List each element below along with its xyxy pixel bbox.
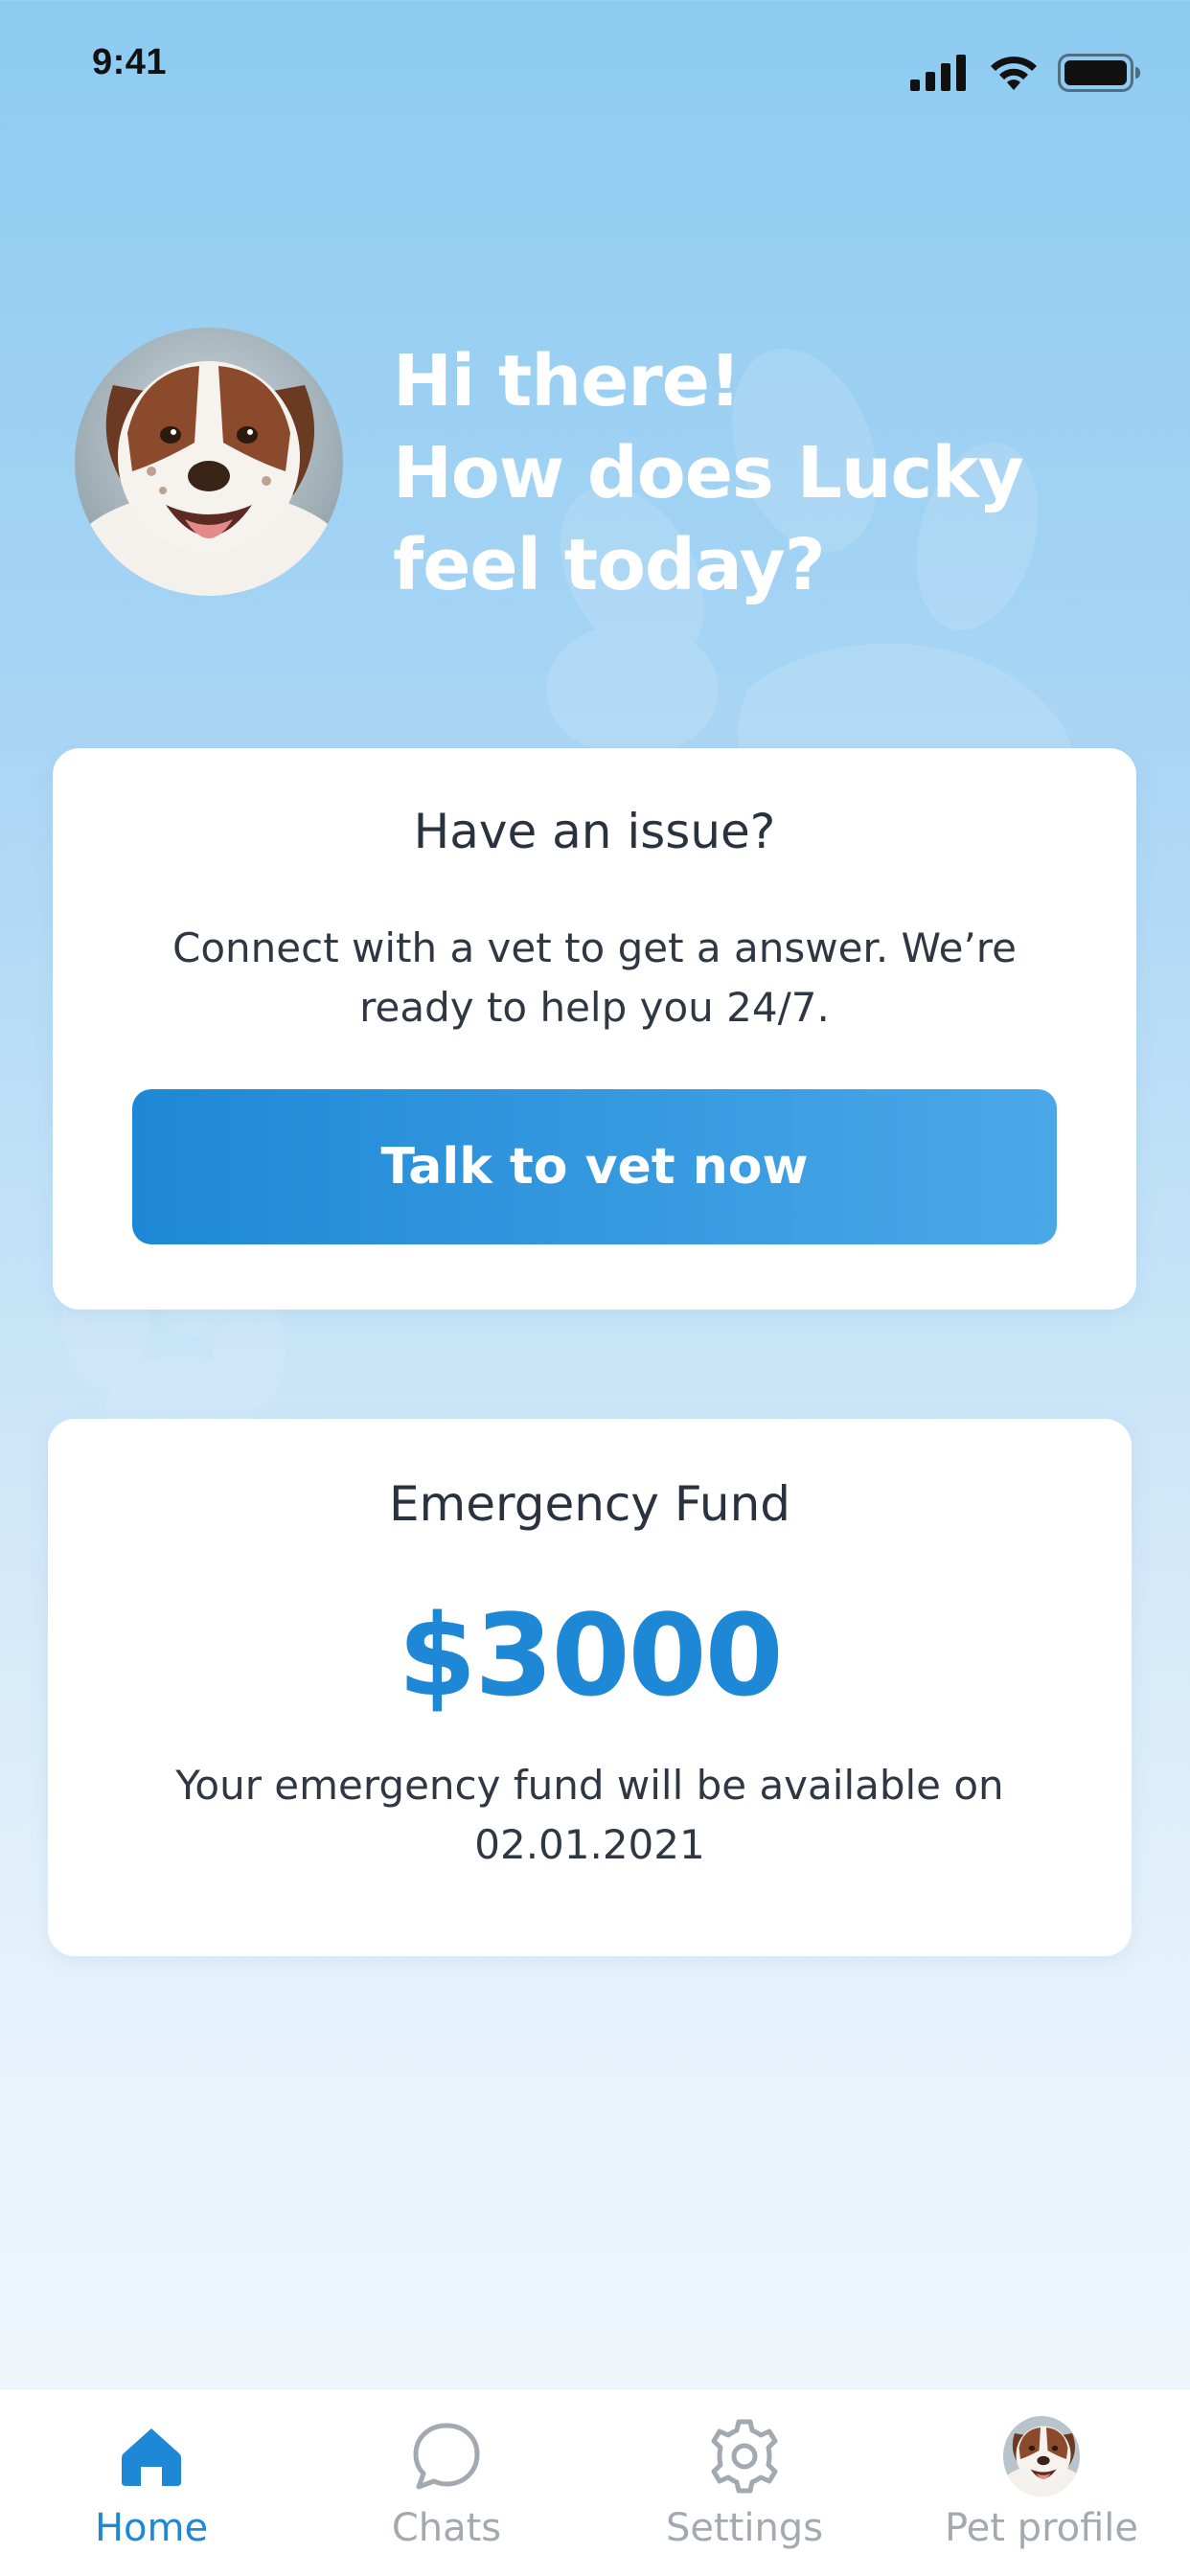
greeting-line-2: How does Lucky — [393, 432, 1024, 514]
bottom-navigation: Home Chats Settings Pet profile — [0, 2388, 1190, 2576]
pet-profile-icon — [1003, 2416, 1080, 2496]
greeting-heading: Hi there! How does Lucky feel today? — [393, 335, 1083, 611]
issue-card-description: Connect with a vet to get a answer. We’r… — [172, 924, 1017, 1031]
wifi-icon — [991, 57, 1037, 90]
fund-amount: $3000 — [398, 1589, 784, 1721]
signal-icon — [910, 55, 966, 91]
issue-card-title: Have an issue? — [413, 804, 776, 859]
emergency-fund-card: Emergency Fund $3000 Your emergency fund… — [48, 1419, 1132, 1956]
talk-to-vet-button[interactable]: Talk to vet now — [132, 1089, 1057, 1244]
nav-item-settings[interactable]: Settings — [601, 2389, 888, 2576]
issue-card: Have an issue? Connect with a vet to get… — [53, 748, 1136, 1310]
nav-item-pet-profile[interactable]: Pet profile — [898, 2389, 1185, 2576]
nav-label-chats: Chats — [391, 2506, 502, 2550]
chat-icon — [408, 2418, 485, 2495]
status-icons — [910, 54, 1142, 92]
status-bar: 9:41 — [0, 0, 1190, 134]
greeting-line-3: feel today? — [393, 524, 826, 606]
nav-label-settings: Settings — [665, 2506, 824, 2550]
pet-thumbnail — [1003, 2416, 1080, 2496]
greeting-line-1: Hi there! — [393, 340, 742, 422]
nav-item-home[interactable]: Home — [8, 2389, 295, 2576]
gear-icon — [706, 2418, 783, 2495]
nav-label-pet-profile: Pet profile — [944, 2506, 1139, 2550]
fund-card-description: Your emergency fund will be available on… — [175, 1762, 1004, 1868]
pet-avatar[interactable] — [75, 328, 343, 596]
fund-card-title: Emergency Fund — [388, 1476, 791, 1532]
dog-photo — [75, 328, 343, 596]
home-icon — [113, 2418, 190, 2495]
nav-label-home: Home — [94, 2506, 209, 2550]
status-time: 9:41 — [92, 42, 168, 82]
battery-icon — [1058, 54, 1140, 92]
nav-item-chats[interactable]: Chats — [303, 2389, 590, 2576]
